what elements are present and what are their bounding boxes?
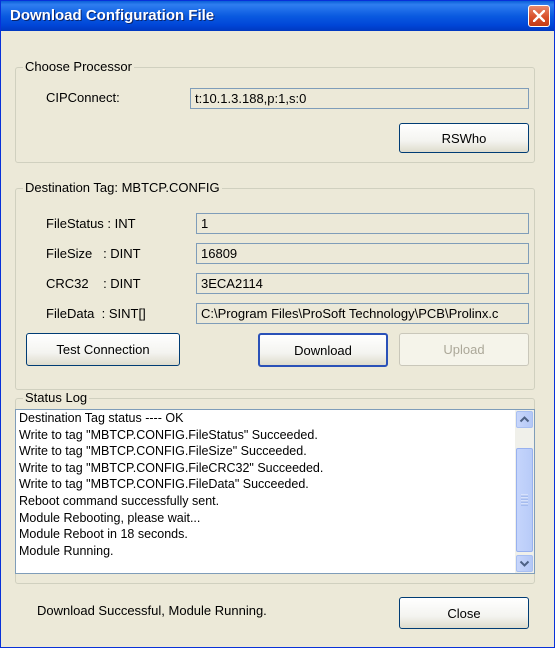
scroll-thumb[interactable] (516, 448, 533, 552)
cipconnect-label: CIPConnect: (46, 90, 120, 105)
title-bar[interactable]: Download Configuration File (1, 1, 554, 31)
scroll-down-button[interactable] (516, 555, 533, 572)
filedata-label: FileData : SINT[] (46, 306, 146, 321)
scroll-up-icon (519, 416, 530, 423)
close-icon (533, 10, 545, 22)
choose-processor-legend: Choose Processor (23, 59, 134, 74)
status-log-lines: Destination Tag status ---- OK Write to … (19, 410, 511, 559)
log-line: Write to tag "MBTCP.CONFIG.FileSize" Suc… (19, 444, 307, 459)
log-line: Reboot command successfully sent. (19, 493, 220, 508)
rswho-button[interactable]: RSWho (399, 123, 529, 153)
filesize-label: FileSize : DINT (46, 246, 141, 261)
log-line: Write to tag "MBTCP.CONFIG.FileCRC32" Su… (19, 460, 324, 475)
destination-tag-legend: Destination Tag: MBTCP.CONFIG (23, 180, 222, 195)
log-line: Module Rebooting, please wait... (19, 510, 201, 525)
cipconnect-field[interactable]: t:10.1.3.188,p:1,s:0 (190, 88, 529, 109)
log-line: Module Reboot in 18 seconds. (19, 527, 188, 542)
scroll-down-icon (519, 560, 530, 567)
download-button[interactable]: Download (258, 333, 388, 367)
filestatus-field[interactable]: 1 (196, 213, 529, 234)
filedata-field[interactable]: C:\Program Files\ProSoft Technology\PCB\… (196, 303, 529, 324)
filesize-field[interactable]: 16809 (196, 243, 529, 264)
close-button[interactable]: Close (399, 597, 529, 629)
status-log-list[interactable]: Destination Tag status ---- OK Write to … (15, 409, 535, 574)
dialog-window: Download Configuration File Choose Proce… (0, 0, 555, 648)
crc32-label: CRC32 : DINT (46, 276, 141, 291)
window-title: Download Configuration File (10, 7, 215, 24)
status-log-legend: Status Log (23, 390, 90, 405)
scroll-up-button[interactable] (516, 411, 533, 428)
dialog-body: Choose Processor CIPConnect: t:10.1.3.18… (4, 31, 551, 645)
log-line: Write to tag "MBTCP.CONFIG.FileStatus" S… (19, 427, 318, 442)
filestatus-label: FileStatus : INT (46, 216, 136, 231)
window-close-button[interactable] (528, 5, 550, 27)
crc32-field[interactable]: 3ECA2114 (196, 273, 529, 294)
upload-button[interactable]: Upload (399, 333, 529, 366)
status-message: Download Successful, Module Running. (37, 603, 267, 618)
log-line: Module Running. (19, 543, 114, 558)
log-line: Destination Tag status ---- OK (19, 411, 184, 425)
log-line: Write to tag "MBTCP.CONFIG.FileData" Suc… (19, 477, 309, 492)
scroll-grip-icon (521, 494, 528, 506)
status-log-scrollbar[interactable] (515, 410, 534, 573)
test-connection-button[interactable]: Test Connection (26, 333, 180, 366)
